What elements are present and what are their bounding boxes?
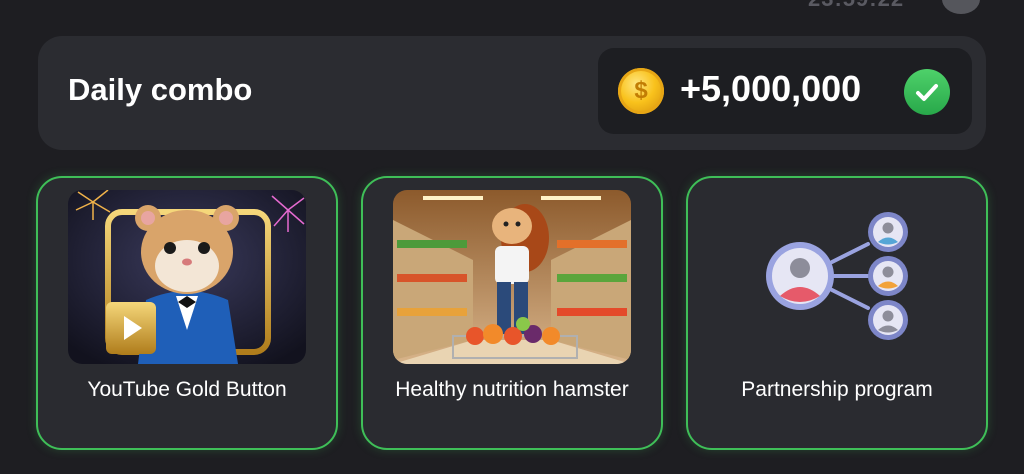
checkmark-icon	[904, 69, 950, 115]
daily-combo-bar: Daily combo $ +5,000,000	[38, 36, 986, 150]
daily-combo-screen: 23:59:22 Daily combo $ +5,000,000	[0, 0, 1024, 474]
combo-card-healthy-nutrition-hamster[interactable]: Healthy nutrition hamster	[361, 176, 663, 450]
combo-card-youtube-gold-button[interactable]: YouTube Gold Button	[36, 176, 338, 450]
combo-card-partnership-program[interactable]: Partnership program	[686, 176, 988, 450]
coin-icon: $	[618, 68, 664, 114]
daily-combo-title: Daily combo	[68, 72, 253, 107]
reward-pill: $ +5,000,000	[598, 48, 972, 134]
card-label: Healthy nutrition hamster	[395, 378, 629, 401]
info-icon[interactable]	[942, 0, 980, 14]
partnership-icon	[718, 190, 956, 364]
hamster-supermarket-image	[393, 190, 631, 364]
card-label: YouTube Gold Button	[87, 378, 287, 401]
countdown-timer: 23:59:22	[808, 0, 904, 12]
reward-amount: +5,000,000	[680, 68, 862, 109]
coin-symbol: $	[634, 77, 648, 104]
card-label: Partnership program	[741, 378, 933, 401]
hamster-youtube-image	[68, 190, 306, 364]
